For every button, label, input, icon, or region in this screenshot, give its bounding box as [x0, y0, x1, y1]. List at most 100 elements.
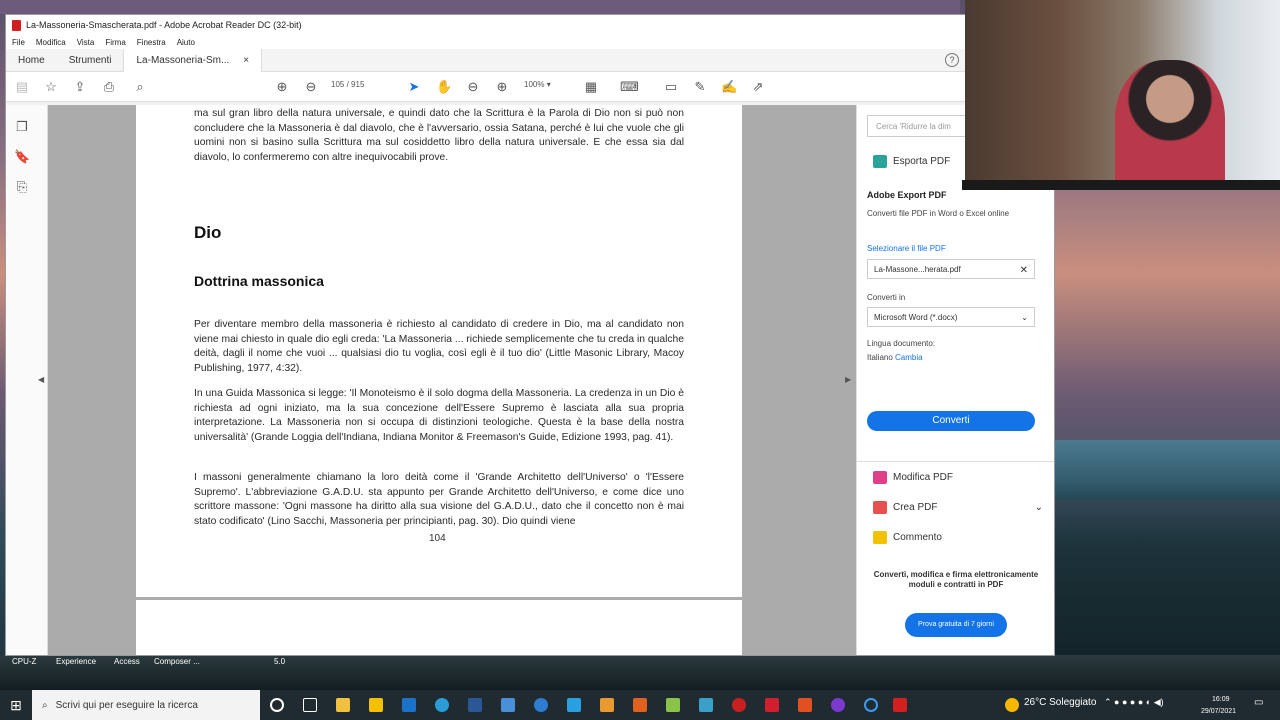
comment-tool[interactable]: Commento [873, 531, 942, 544]
attachment-icon[interactable]: ⎘ [14, 179, 30, 195]
zoom-level[interactable]: 100% ▾ [524, 80, 551, 89]
clock-date[interactable]: 29/07/2021 [1201, 708, 1236, 715]
app-icon[interactable] [567, 698, 581, 712]
file-explorer-icon[interactable] [336, 698, 350, 712]
acrobat-taskbar-icon[interactable] [893, 698, 907, 712]
bookmark-star-icon[interactable]: ☆ [43, 79, 59, 95]
search-icon: ⌕ [42, 699, 48, 711]
edit-pdf-tool[interactable]: Modifica PDF [873, 471, 953, 484]
weather-sun-icon [1005, 698, 1019, 712]
gadget-label[interactable]: Access [114, 657, 140, 666]
upload-icon[interactable]: ⇪ [72, 79, 88, 95]
notification-icon[interactable]: ▭ [1254, 697, 1263, 708]
select-cursor-icon[interactable]: ➤ [406, 79, 422, 95]
convert-to-label: Converti in [867, 293, 906, 302]
word-icon[interactable] [468, 698, 482, 712]
menu-vista[interactable]: Vista [77, 38, 95, 47]
selected-file-name: La-Massone...herata.pdf [874, 265, 961, 274]
app-icon[interactable] [798, 698, 812, 712]
weather-text[interactable]: 26°C Soleggiato [1024, 697, 1096, 708]
windows-start-icon[interactable]: ⊞ [0, 697, 32, 714]
toolbar: ▤ ☆ ⇪ ⎙ ⌕ ⊕ ⊖ 105 / 915 ➤ ✋ ⊖ ⊕ 100% ▾ ▦… [6, 72, 1054, 102]
paragraph-3: I massoni generalmente chiamano la loro … [194, 472, 684, 527]
app-icon[interactable] [699, 698, 713, 712]
mail-icon[interactable] [402, 698, 416, 712]
heading-dio: Dio [194, 223, 222, 242]
share-icon[interactable]: ⇗ [750, 79, 766, 95]
page-thumbnails-icon[interactable]: ❐ [14, 119, 30, 135]
tab-close-icon[interactable]: × [243, 49, 249, 72]
free-trial-button[interactable]: Prova gratuita di 7 giorni [905, 613, 1007, 637]
change-language-link[interactable]: Cambia [895, 353, 923, 362]
create-pdf-tool[interactable]: Crea PDF ⌄ [873, 501, 1043, 514]
store-icon[interactable] [369, 698, 383, 712]
app-icon[interactable] [666, 698, 680, 712]
internet-explorer-icon[interactable] [534, 698, 548, 712]
tab-bar: Home Strumenti La-Massoneria-Sm... × ? [6, 48, 1054, 72]
collapse-panel-arrow-icon[interactable]: ▶ [845, 375, 851, 384]
create-pdf-icon [873, 501, 887, 514]
edit-pdf-label: Modifica PDF [893, 472, 954, 483]
document-viewer[interactable]: ma sul gran libro della natura universal… [38, 105, 856, 655]
zoom-out-icon[interactable]: ⊖ [465, 79, 481, 95]
language-label: Lingua documento: [867, 339, 936, 348]
app-icon[interactable] [831, 698, 845, 712]
search-icon[interactable]: ⌕ [132, 79, 148, 95]
sign-icon[interactable]: ✍ [721, 79, 737, 95]
app-icon[interactable] [864, 698, 878, 712]
tray-icons[interactable]: ⌃ ● ● ● ● ◐ ◀) [1104, 697, 1164, 708]
selected-file-field[interactable]: La-Massone...herata.pdf ✕ [867, 259, 1035, 279]
gadget-label[interactable]: CPU-Z [12, 657, 36, 666]
heading-dottrina: Dottrina massonica [194, 273, 324, 289]
tab-home[interactable]: Home [6, 49, 57, 72]
print-icon[interactable]: ⎙ [101, 79, 117, 95]
menu-firma[interactable]: Firma [105, 38, 125, 47]
export-pdf-icon [873, 155, 887, 168]
promo-text: Converti, modifica e firma elettronicame… [873, 570, 1039, 589]
folder-app-icon[interactable] [600, 698, 614, 712]
tab-document[interactable]: La-Massoneria-Sm... × [123, 48, 263, 72]
app-icon[interactable] [732, 698, 746, 712]
app-icon[interactable] [765, 698, 779, 712]
create-pdf-label: Crea PDF [893, 502, 938, 513]
task-view-icon[interactable] [303, 698, 317, 712]
page-indicator[interactable]: 105 / 915 [331, 80, 364, 89]
edge-icon[interactable] [435, 698, 449, 712]
format-select[interactable]: Microsoft Word (*.docx) ⌄ [867, 307, 1035, 327]
menu-file[interactable]: File [12, 38, 25, 47]
save-icon[interactable]: ▤ [14, 79, 30, 95]
remote-desktop-icon[interactable] [501, 698, 515, 712]
pdf-next-page [136, 600, 742, 655]
firefox-icon[interactable] [633, 698, 647, 712]
taskbar-search-box[interactable]: ⌕ Scrivi qui per eseguire la ricerca [32, 690, 260, 720]
keyboard-icon[interactable]: ⌨ [620, 79, 639, 95]
bookmark-icon[interactable]: 🔖 [14, 149, 30, 165]
language-row: Italiano Cambia [867, 353, 923, 362]
export-pdf-tool[interactable]: Esporta PDF [873, 155, 950, 168]
menu-aiuto[interactable]: Aiuto [177, 38, 195, 47]
menu-bar: File Modifica Vista Firma Finestra Aiuto [6, 35, 1054, 49]
divider [857, 461, 1054, 462]
page-up-icon[interactable]: ⊕ [274, 79, 290, 95]
pen-icon[interactable]: ✎ [692, 79, 708, 95]
window-title: La-Massoneria-Smascherata.pdf - Adobe Ac… [26, 20, 302, 30]
clock-time[interactable]: 16:09 [1212, 696, 1230, 703]
menu-modifica[interactable]: Modifica [36, 38, 66, 47]
chevron-down-icon[interactable]: ⌄ [1035, 502, 1043, 513]
page-layout-icon[interactable]: ▦ [583, 79, 599, 95]
convert-button[interactable]: Converti [867, 411, 1035, 431]
taskbar-search-placeholder: Scrivi qui per eseguire la ricerca [55, 699, 198, 711]
hand-tool-icon[interactable]: ✋ [436, 79, 452, 95]
menu-finestra[interactable]: Finestra [137, 38, 166, 47]
tab-tools[interactable]: Strumenti [57, 49, 124, 72]
gadget-label[interactable]: Composer ... [154, 657, 200, 666]
comment-icon[interactable]: ▭ [663, 79, 679, 95]
prev-page-arrow-icon[interactable]: ◀ [38, 375, 44, 384]
clear-file-icon[interactable]: ✕ [1020, 265, 1028, 276]
gadget-label[interactable]: Experience [56, 657, 96, 666]
zoom-in-icon[interactable]: ⊕ [494, 79, 510, 95]
help-icon[interactable]: ? [945, 53, 959, 67]
page-current[interactable]: 105 [331, 80, 344, 89]
page-down-icon[interactable]: ⊖ [303, 79, 319, 95]
cortana-icon[interactable] [270, 698, 284, 712]
